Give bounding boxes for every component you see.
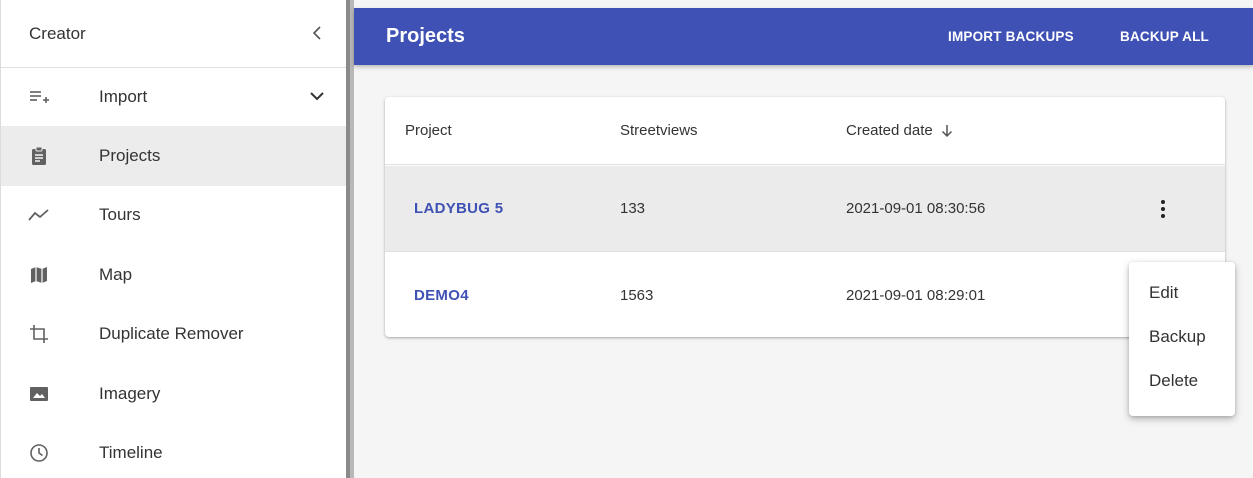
- sidebar: Creator Import Projects Tours Map Duplic…: [0, 0, 346, 478]
- row-context-menu: Edit Backup Delete: [1129, 262, 1235, 416]
- sidebar-item-map[interactable]: Map: [1, 245, 346, 305]
- column-header-project[interactable]: Project: [405, 122, 452, 139]
- streetviews-count: 133: [620, 200, 646, 217]
- created-date: 2021-09-01 08:29:01: [846, 287, 986, 304]
- sidebar-header: Creator: [1, 0, 346, 68]
- sidebar-item-label: Imagery: [99, 383, 161, 403]
- playlist-add-icon: [27, 85, 51, 109]
- sidebar-item-tours[interactable]: Tours: [1, 186, 346, 246]
- more-vert-icon[interactable]: [1155, 196, 1171, 222]
- sidebar-item-duplicate-remover[interactable]: Duplicate Remover: [1, 305, 346, 365]
- sidebar-item-imagery[interactable]: Imagery: [1, 364, 346, 424]
- menu-item-edit[interactable]: Edit: [1129, 276, 1235, 320]
- sidebar-item-timeline[interactable]: Timeline: [1, 424, 346, 478]
- sidebar-item-label: Timeline: [99, 443, 163, 463]
- map-icon: [27, 263, 51, 287]
- menu-item-backup[interactable]: Backup: [1129, 320, 1235, 364]
- clipboard-icon: [27, 144, 51, 168]
- chevron-left-icon[interactable]: [312, 24, 322, 44]
- streetviews-count: 1563: [620, 287, 654, 304]
- page-title: Projects: [386, 25, 465, 47]
- app-bar: Projects IMPORT BACKUPS BACKUP ALL: [354, 8, 1253, 65]
- project-link[interactable]: DEMO4: [414, 287, 469, 304]
- crop-icon: [27, 322, 51, 346]
- sidebar-item-projects[interactable]: Projects: [1, 126, 346, 186]
- sidebar-item-label: Map: [99, 264, 133, 284]
- image-icon: [27, 382, 51, 406]
- clock-icon: [27, 441, 51, 465]
- created-date: 2021-09-01 08:30:56: [846, 200, 986, 217]
- sidebar-item-label: Duplicate Remover: [99, 324, 244, 344]
- sidebar-item-import[interactable]: Import: [1, 68, 346, 126]
- column-header-created-date[interactable]: Created date: [846, 122, 953, 139]
- arrow-down-icon: [941, 124, 952, 137]
- sidebar-resize-handle[interactable]: [346, 0, 354, 478]
- main-content: Projects IMPORT BACKUPS BACKUP ALL Proje…: [354, 0, 1253, 478]
- sidebar-item-label: Import: [99, 87, 148, 106]
- chevron-down-icon[interactable]: [310, 88, 324, 106]
- table-row[interactable]: LADYBUG 5 133 2021-09-01 08:30:56: [385, 166, 1225, 252]
- sidebar-item-label: Projects: [99, 145, 161, 165]
- project-link[interactable]: LADYBUG 5: [414, 200, 503, 217]
- import-backups-button[interactable]: IMPORT BACKUPS: [948, 29, 1074, 44]
- sidebar-item-label: Tours: [99, 205, 141, 225]
- table-header: Project Streetviews Created date: [385, 97, 1225, 165]
- backup-all-button[interactable]: BACKUP ALL: [1120, 29, 1209, 44]
- sidebar-title: Creator: [29, 23, 86, 43]
- timeline-icon: [27, 203, 51, 227]
- projects-table: Project Streetviews Created date LADYBUG…: [385, 97, 1225, 337]
- resize-handle-grip: [346, 0, 350, 478]
- column-header-label: Created date: [846, 122, 933, 139]
- menu-item-delete[interactable]: Delete: [1129, 364, 1235, 408]
- table-row[interactable]: DEMO4 1563 2021-09-01 08:29:01: [385, 253, 1225, 337]
- column-header-streetviews[interactable]: Streetviews: [620, 122, 698, 139]
